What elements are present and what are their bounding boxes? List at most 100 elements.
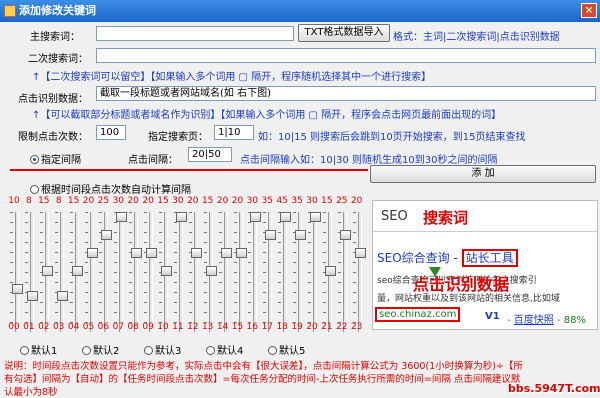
slider-ticks (24, 212, 28, 332)
slider-thumb[interactable] (101, 230, 113, 241)
slider-top-value: 20 (82, 196, 95, 206)
slider-ticks (308, 212, 311, 332)
click-id-hint: ↑【可以截取部分标题或者域名作为识别】【如果输入多个词用 ▢ 隔开，程序会点击网… (32, 110, 502, 121)
preset-label: 默认4 (217, 346, 244, 357)
main-keyword-label: 主搜索词： (30, 32, 80, 43)
slider-top-value: 25 (336, 196, 348, 206)
slider-track[interactable] (253, 212, 258, 332)
slider-thumb[interactable] (310, 212, 321, 222)
slider-track[interactable] (283, 212, 288, 332)
slider-thumb[interactable] (175, 212, 187, 222)
slider-ticks (233, 212, 237, 332)
slider-thumb[interactable] (161, 266, 172, 276)
slider-thumb[interactable] (280, 212, 292, 222)
radio-unselected-icon (82, 346, 91, 355)
slider-thumb[interactable] (324, 266, 336, 276)
slider-thumb[interactable] (131, 247, 143, 258)
preset-radio[interactable]: 默认1 (20, 342, 57, 357)
slider-thumb[interactable] (250, 212, 262, 222)
add-button[interactable]: 添 加 (370, 165, 596, 183)
preset-label: 默认5 (279, 346, 306, 357)
slider-top-value: 15 (157, 196, 169, 206)
slider-top-value: 30 (172, 196, 184, 206)
slider-ticks (54, 212, 58, 332)
slider-top-value: 35 (291, 196, 303, 206)
second-keyword-input[interactable] (96, 48, 596, 63)
slider-thumb[interactable] (116, 212, 128, 222)
preview-image: SEO 搜索词 SEO综合查询 - 站长工具 seo综合查询可以查到该网站各大搜… (372, 200, 598, 330)
slider-track[interactable] (134, 212, 139, 332)
preview-seo: SEO (381, 209, 408, 224)
snap-pct: 88% (563, 315, 586, 326)
slider-top-value: 25 (97, 196, 110, 206)
slider-track[interactable] (15, 212, 19, 332)
slider-hour-label: 13 (201, 322, 214, 332)
slider-thumb[interactable] (86, 247, 98, 258)
preview-search-word: 搜索词 (423, 209, 469, 227)
radio-unselected-icon (206, 346, 215, 355)
page-input[interactable]: 1|10 (214, 125, 254, 140)
slider-thumb[interactable] (146, 247, 158, 258)
limit-input[interactable]: 100 (96, 125, 126, 140)
slider-thumb[interactable] (190, 247, 202, 258)
limit-label: 限制点击次数： (18, 132, 88, 143)
slider-top-value: 20 (350, 196, 363, 206)
preview-url: seo.chinaz.com (375, 307, 461, 322)
slider-track[interactable] (89, 212, 94, 332)
slider-track[interactable] (178, 212, 183, 332)
slider-thumb[interactable] (41, 266, 53, 276)
slider-thumb[interactable] (235, 247, 247, 258)
slider-thumb[interactable] (26, 290, 38, 301)
interval-radio[interactable]: 指定间隔 (30, 151, 81, 166)
slider-thumb[interactable] (12, 284, 23, 295)
preview-overlay-text: 点击识别数据 (413, 275, 510, 294)
slider-track[interactable] (223, 212, 228, 332)
slider-thumb[interactable] (205, 266, 217, 276)
auto-interval-radio[interactable]: 根据时间段点击次数自动计算间隔 (30, 181, 191, 196)
slider-track[interactable] (238, 212, 243, 332)
slider-track[interactable] (119, 212, 124, 332)
arrow-icon (429, 267, 441, 277)
preset-radio[interactable]: 默认2 (82, 342, 119, 357)
slider-thumb[interactable] (71, 266, 83, 276)
slider-top-value: 20 (231, 196, 244, 206)
slider-track[interactable] (149, 212, 154, 332)
slider-track[interactable] (357, 212, 362, 332)
slider-top-value: 15 (67, 196, 80, 206)
slider-track[interactable] (193, 212, 198, 332)
slider-hour-label: 06 (97, 322, 110, 332)
slider-thumb[interactable] (220, 247, 232, 258)
slider-thumb[interactable] (56, 290, 68, 301)
slider-hour-label: 23 (350, 322, 363, 332)
preset-radio[interactable]: 默认3 (144, 342, 181, 357)
slider-hour-label: 10 (157, 322, 169, 332)
slider-thumb[interactable] (339, 230, 351, 241)
slider-ticks (173, 212, 177, 332)
radio-selected-icon (30, 155, 39, 164)
slider-hour-label: 04 (67, 322, 80, 332)
txt-import-button[interactable]: TXT格式数据导入 (298, 24, 390, 42)
slider-track[interactable] (313, 212, 317, 332)
slider-hour-label: 16 (246, 322, 259, 332)
slider-ticks (278, 212, 282, 332)
preset-radio[interactable]: 默认4 (206, 342, 243, 357)
slider-top-value: 15 (321, 196, 333, 206)
red-divider (10, 169, 368, 171)
close-button[interactable]: × (581, 3, 597, 18)
slider-thumb[interactable] (354, 247, 366, 258)
slider-track[interactable] (29, 212, 34, 332)
slider-thumb[interactable] (295, 230, 307, 241)
click-id-input[interactable]: 截取一段标题或者网站域名(如 右下图) (96, 86, 596, 101)
slider-track[interactable] (59, 212, 64, 332)
slider-thumb[interactable] (265, 230, 277, 241)
main-keyword-input[interactable] (96, 26, 294, 41)
second-keyword-label: 二次搜索词： (28, 54, 88, 65)
slider-hour-label: 14 (216, 322, 229, 332)
slider-top-value: 20 (216, 196, 229, 206)
note-line-1: 说明：时间段点击次数设置只能作为参考，实际点击中会有【很大误差】，点击间隔计算公… (4, 361, 523, 372)
auto-interval-label: 根据时间段点击次数自动计算间隔 (41, 185, 191, 196)
preset-radio[interactable]: 默认5 (268, 342, 305, 357)
slider-top-value: 8 (26, 196, 32, 206)
slider-top-value: 30 (246, 196, 259, 206)
interval-input[interactable]: 20|50 (188, 147, 232, 162)
